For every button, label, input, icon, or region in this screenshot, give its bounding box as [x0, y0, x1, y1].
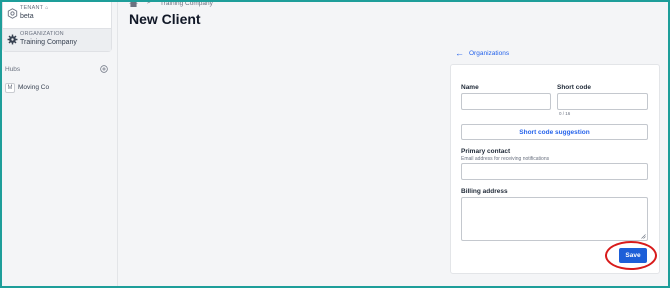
- breadcrumb-separator: >: [147, 0, 152, 6]
- name-input[interactable]: [461, 93, 551, 110]
- resize-grip-icon[interactable]: [641, 234, 646, 239]
- back-link-label: Organizations: [469, 49, 510, 57]
- hub-item-moving-co[interactable]: M Moving Co: [5, 83, 110, 95]
- home-icon[interactable]: [129, 0, 138, 7]
- hubs-label: Hubs: [5, 66, 21, 73]
- billing-address-textarea[interactable]: [461, 197, 648, 241]
- tenant-caption: TENANT ⌂: [20, 5, 49, 11]
- sidebar: TENANT ⌂ beta ORGANIZATION Training Compa…: [0, 0, 118, 288]
- tenant-selector[interactable]: TENANT ⌂ beta: [3, 3, 111, 25]
- breadcrumb-current[interactable]: Training Company: [160, 0, 213, 7]
- back-to-organizations-link[interactable]: ← Organizations: [455, 47, 509, 59]
- gear-icon: [7, 34, 18, 45]
- tenant-value: beta: [20, 13, 34, 20]
- plus-circle-icon[interactable]: [100, 65, 108, 73]
- organization-value: Training Company: [20, 39, 77, 46]
- hub-avatar: M: [5, 83, 15, 93]
- primary-contact-label: Primary contact: [461, 148, 511, 155]
- short-code-counter: 0 / 16: [559, 111, 571, 116]
- short-code-suggestion-button[interactable]: Short code suggestion: [461, 124, 648, 140]
- hexagon-gear-icon: [7, 8, 18, 19]
- arrow-left-icon: ←: [455, 47, 464, 58]
- name-label: Name: [461, 84, 479, 91]
- billing-address-label: Billing address: [461, 188, 508, 195]
- hub-label: Moving Co: [18, 84, 50, 91]
- organization-selector[interactable]: ORGANIZATION Training Company: [3, 28, 111, 51]
- context-switcher: TENANT ⌂ beta ORGANIZATION Training Compa…: [2, 0, 112, 52]
- primary-contact-help: Email address for receiving notification…: [461, 156, 550, 162]
- primary-contact-input[interactable]: [461, 163, 648, 180]
- short-code-label: Short code: [557, 84, 591, 91]
- lock-icon: ⌂: [45, 5, 49, 11]
- client-form-card: Name Short code 0 / 16 Short code sugges…: [450, 64, 660, 274]
- short-code-input[interactable]: [557, 93, 648, 110]
- save-button[interactable]: Save: [619, 248, 647, 263]
- page-title: New Client: [129, 11, 201, 27]
- organization-caption: ORGANIZATION: [20, 31, 64, 37]
